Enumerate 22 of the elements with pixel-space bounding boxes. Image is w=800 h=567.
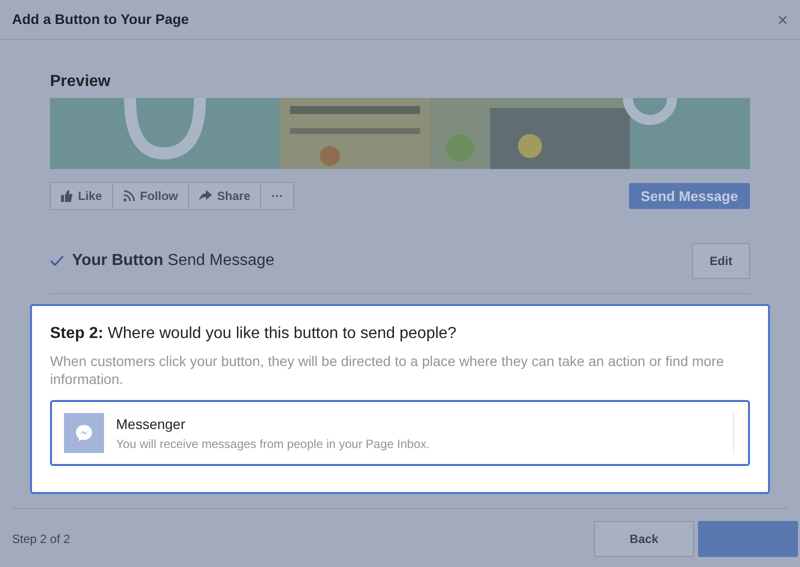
option-title: Messenger bbox=[116, 414, 186, 434]
section-heading: Preview bbox=[50, 72, 112, 92]
step-description: When customers click your button, they will be directed to a place where they can take an action or find more information. bbox=[50, 352, 725, 388]
destination-option[interactable]: Messenger You will receive messages from people in your Page Inbox. bbox=[50, 400, 750, 466]
your-button-label: Your Button Send Message bbox=[72, 251, 274, 271]
follow-button[interactable]: Follow bbox=[113, 183, 190, 209]
primary-button[interactable] bbox=[698, 521, 798, 557]
rss-icon bbox=[123, 190, 136, 202]
thumbs-up-icon bbox=[61, 190, 73, 202]
more-button[interactable]: ··· bbox=[261, 183, 294, 209]
dialog-title: Add a Button to Your Page bbox=[12, 10, 189, 29]
step-counter-text: Step 2 of 2 bbox=[12, 531, 70, 548]
send-message-button[interactable]: Send Message bbox=[628, 183, 750, 209]
messenger-icon bbox=[64, 413, 104, 453]
close-button[interactable]: × bbox=[777, 10, 788, 28]
edit-button[interactable]: Edit bbox=[692, 243, 750, 279]
back-button[interactable]: Back bbox=[594, 521, 694, 557]
step-question: Step 2: Where would you like this button to send people? bbox=[50, 324, 458, 344]
like-button[interactable]: Like bbox=[51, 183, 114, 209]
share-arrow-icon bbox=[199, 190, 212, 202]
share-button[interactable]: Share bbox=[189, 183, 262, 209]
option-description: You will receive messages from people in your Page Inbox. bbox=[116, 436, 430, 452]
